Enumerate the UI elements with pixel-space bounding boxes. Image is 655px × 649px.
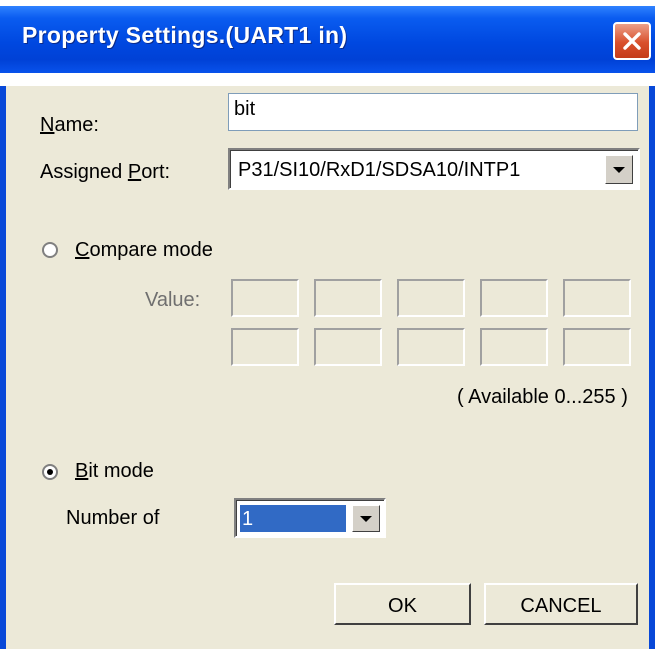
assigned-port-value: P31/SI10/RxD1/SDSA10/INTP1: [238, 159, 521, 181]
close-button[interactable]: [613, 22, 651, 60]
name-label: Name:: [40, 114, 99, 136]
value-input[interactable]: [480, 279, 548, 317]
window-frame-right: [649, 86, 655, 649]
ok-button-label: OK: [388, 595, 417, 617]
cancel-button-label: CANCEL: [520, 595, 602, 617]
assigned-port-label: Assigned Port:: [40, 161, 171, 183]
ok-button[interactable]: OK: [334, 583, 471, 625]
value-input[interactable]: [231, 279, 299, 317]
name-input[interactable]: bit: [228, 93, 638, 131]
compare-mode-radio[interactable]: [42, 242, 58, 258]
window-frame-left: [0, 86, 6, 649]
title-bar[interactable]: Property Settings.(UART1 in): [0, 0, 655, 86]
number-of-selection-highlight: 1: [240, 505, 346, 532]
value-input[interactable]: [231, 328, 299, 366]
name-input-value: bit: [234, 98, 256, 120]
compare-mode-label[interactable]: Compare mode: [75, 239, 213, 262]
chevron-down-icon[interactable]: [352, 505, 380, 532]
close-icon: [623, 32, 641, 50]
value-input[interactable]: [397, 279, 465, 317]
value-input[interactable]: [480, 328, 548, 366]
value-input[interactable]: [563, 328, 631, 366]
number-of-label: Number of: [66, 507, 160, 529]
bit-mode-radio[interactable]: [42, 464, 58, 480]
cancel-button[interactable]: CANCEL: [484, 583, 638, 625]
bit-mode-label[interactable]: Bit mode: [75, 460, 154, 483]
value-input[interactable]: [314, 328, 382, 366]
number-of-value: 1: [242, 508, 254, 530]
title-bar-bottom-edge: [0, 73, 655, 86]
value-input[interactable]: [314, 279, 382, 317]
available-range-note: ( Available 0...255 ): [457, 386, 628, 408]
assigned-port-select[interactable]: P31/SI10/RxD1/SDSA10/INTP1: [228, 148, 640, 190]
window-title: Property Settings.(UART1 in): [22, 22, 348, 48]
bit-mode-radio-dot: [47, 469, 53, 475]
chevron-down-icon[interactable]: [605, 155, 633, 184]
property-settings-dialog: Property Settings.(UART1 in) Name: bit A…: [0, 0, 655, 649]
value-label: Value:: [145, 289, 201, 311]
value-input[interactable]: [563, 279, 631, 317]
number-of-select[interactable]: 1: [234, 498, 386, 538]
value-input[interactable]: [397, 328, 465, 366]
